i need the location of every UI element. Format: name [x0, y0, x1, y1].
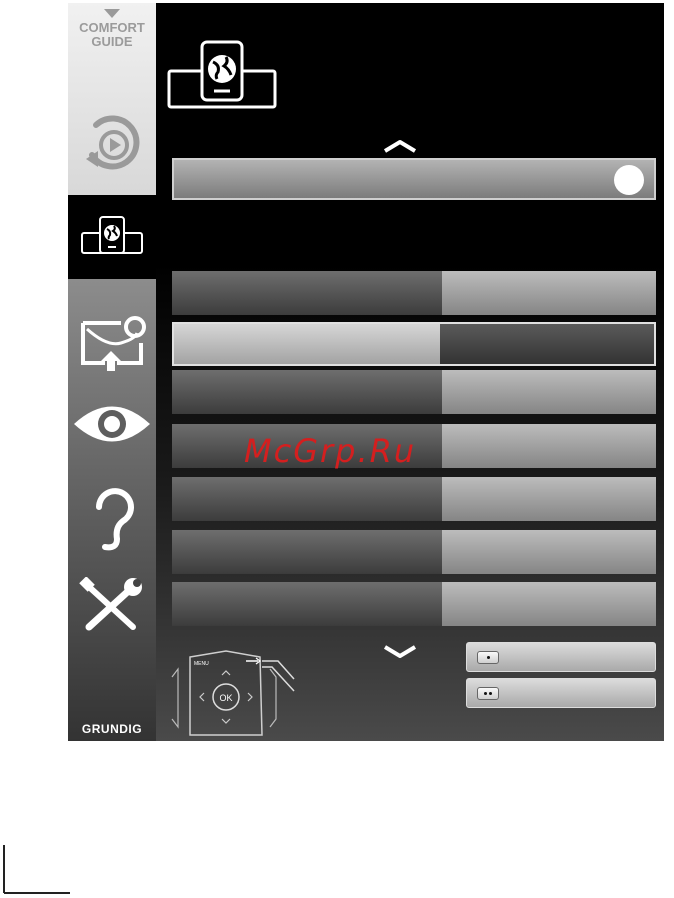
sound-ear-icon [96, 488, 134, 551]
sidebar-item-media[interactable] [68, 111, 156, 179]
comfort-guide-sidebar: COMFORT GUIDE GRUNDIG [68, 3, 156, 741]
remote-navigation-diagram: OK MENU [171, 650, 295, 736]
network-globe-icon [167, 40, 277, 109]
remote-menu-label: MENU [194, 661, 209, 667]
network-globe-icon [81, 216, 143, 254]
single-dot-key-button[interactable] [466, 642, 656, 672]
selector-knob-icon[interactable] [614, 165, 644, 195]
double-dot-key-button[interactable] [466, 678, 656, 708]
comfort-guide-title: COMFORT GUIDE [68, 21, 156, 49]
picture-eye-icon [74, 406, 150, 442]
menu-row-2-selected[interactable] [172, 322, 656, 366]
two-dot-key-icon [477, 687, 499, 700]
brand-logo: GRUNDIG [81, 722, 143, 736]
one-dot-key-icon [477, 651, 499, 664]
menu-row-6[interactable] [172, 530, 656, 574]
source-input-icon [81, 316, 146, 371]
scroll-down-icon[interactable] [382, 645, 418, 659]
sidebar-item-settings[interactable] [68, 577, 156, 635]
media-play-icon [86, 115, 140, 170]
settings-tools-icon [79, 577, 142, 631]
remote-ok-label: OK [219, 693, 232, 703]
header-icon [166, 39, 278, 116]
sidebar-item-picture[interactable] [68, 401, 156, 447]
watermark-text: McGrp.Ru [244, 432, 417, 470]
comfort-guide-title-line2: GUIDE [91, 34, 133, 49]
sidebar-item-sound[interactable] [68, 483, 156, 553]
sidebar-item-network[interactable] [68, 215, 156, 259]
page-corner-mark [3, 845, 70, 894]
comfort-guide-title-line1: COMFORT [79, 20, 145, 35]
top-selector-bar[interactable] [172, 158, 656, 200]
scroll-up-icon[interactable] [382, 139, 418, 153]
menu-row-3[interactable] [172, 370, 656, 414]
sidebar-item-source[interactable] [68, 313, 156, 373]
tv-screen: COMFORT GUIDE GRUNDIG OK MENU [68, 3, 664, 741]
menu-row-1[interactable] [172, 271, 656, 315]
main-panel: OK MENU [156, 3, 664, 741]
menu-row-7[interactable] [172, 582, 656, 626]
menu-row-5[interactable] [172, 477, 656, 521]
comfort-guide-arrow-icon [104, 9, 120, 18]
